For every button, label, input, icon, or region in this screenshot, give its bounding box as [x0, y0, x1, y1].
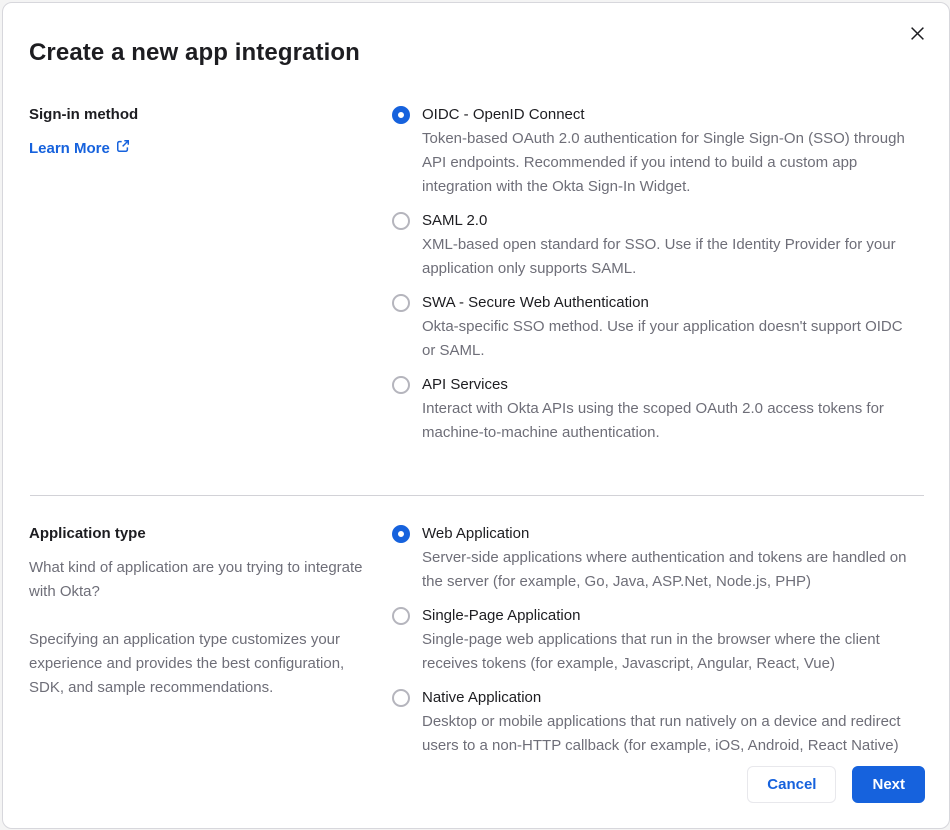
- close-icon: [910, 26, 925, 44]
- radio-option-swa[interactable]: SWA - Secure Web Authentication Okta-spe…: [392, 291, 907, 363]
- radio-desc-api-services: Interact with Okta APIs using the scoped…: [422, 400, 884, 441]
- application-type-left-column: Application type What kind of applicatio…: [29, 522, 392, 768]
- radio-icon-single-page-application[interactable]: [392, 607, 410, 625]
- radio-icon-swa[interactable]: [392, 294, 410, 312]
- radio-icon-native-application[interactable]: [392, 689, 410, 707]
- application-type-section: Application type What kind of applicatio…: [29, 522, 925, 768]
- radio-label-saml: SAML 2.0: [422, 212, 488, 229]
- radio-label-oidc: OIDC - OpenID Connect: [422, 106, 585, 123]
- external-link-icon: [116, 137, 130, 161]
- radio-icon-oidc[interactable]: [392, 106, 410, 124]
- radio-option-web-application[interactable]: Web Application Server-side applications…: [392, 522, 907, 594]
- learn-more-link[interactable]: Learn More: [29, 137, 130, 161]
- application-type-label: Application type: [29, 525, 146, 542]
- radio-desc-native-application: Desktop or mobile applications that run …: [422, 713, 901, 754]
- page-title: Create a new app integration: [29, 39, 360, 66]
- radio-label-web-application: Web Application: [422, 525, 530, 542]
- radio-label-single-page-application: Single-Page Application: [422, 607, 581, 624]
- application-type-options: Web Application Server-side applications…: [392, 522, 907, 768]
- signin-method-left-column: Sign-in method Learn More: [29, 103, 392, 455]
- next-button[interactable]: Next: [852, 766, 925, 803]
- signin-method-label: Sign-in method: [29, 106, 139, 123]
- dialog-footer: Cancel Next: [747, 766, 925, 803]
- section-divider: [30, 495, 924, 496]
- radio-icon-web-application[interactable]: [392, 525, 410, 543]
- cancel-button[interactable]: Cancel: [747, 766, 837, 803]
- radio-label-native-application: Native Application: [422, 689, 542, 706]
- radio-icon-api-services[interactable]: [392, 376, 410, 394]
- application-type-description-1: What kind of application are you trying …: [29, 559, 363, 600]
- close-button[interactable]: [907, 25, 927, 45]
- radio-desc-oidc: Token-based OAuth 2.0 authentication for…: [422, 130, 905, 195]
- radio-option-native-application[interactable]: Native Application Desktop or mobile app…: [392, 686, 907, 758]
- application-type-description-2: Specifying an application type customize…: [29, 631, 345, 696]
- radio-desc-saml: XML-based open standard for SSO. Use if …: [422, 236, 896, 277]
- radio-icon-saml[interactable]: [392, 212, 410, 230]
- learn-more-label: Learn More: [29, 140, 110, 157]
- signin-method-options: OIDC - OpenID Connect Token-based OAuth …: [392, 103, 907, 455]
- dialog-content: Create a new app integration Sign-in met…: [3, 3, 949, 828]
- radio-option-api-services[interactable]: API Services Interact with Okta APIs usi…: [392, 373, 907, 445]
- radio-desc-web-application: Server-side applications where authentic…: [422, 549, 907, 590]
- radio-option-oidc[interactable]: OIDC - OpenID Connect Token-based OAuth …: [392, 103, 907, 199]
- radio-label-swa: SWA - Secure Web Authentication: [422, 294, 649, 311]
- radio-label-api-services: API Services: [422, 376, 508, 393]
- create-app-integration-dialog: Create a new app integration Sign-in met…: [2, 2, 950, 829]
- radio-option-single-page-application[interactable]: Single-Page Application Single-page web …: [392, 604, 907, 676]
- radio-desc-single-page-application: Single-page web applications that run in…: [422, 631, 880, 672]
- signin-method-section: Sign-in method Learn More OIDC - OpenID …: [29, 103, 925, 455]
- radio-desc-swa: Okta-specific SSO method. Use if your ap…: [422, 318, 903, 359]
- radio-option-saml[interactable]: SAML 2.0 XML-based open standard for SSO…: [392, 209, 907, 281]
